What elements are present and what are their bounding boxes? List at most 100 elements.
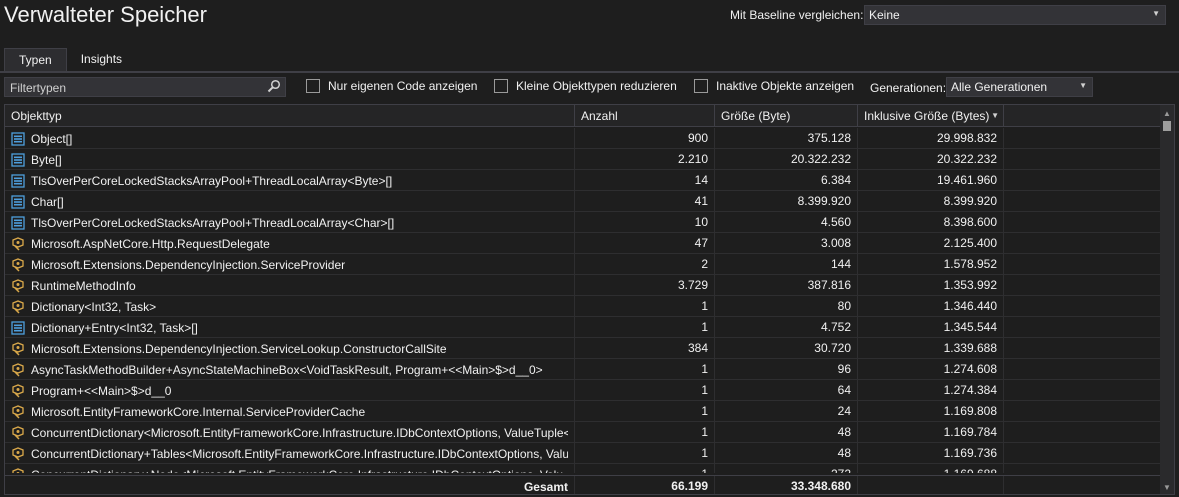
generations-label: Generationen: bbox=[870, 81, 947, 95]
cell-groesse: 30.720 bbox=[715, 338, 858, 359]
inactive-objects-checkbox-box[interactable] bbox=[694, 79, 708, 93]
grid-rows: Object[] 900 375.128 29.998.832 Byte[] 2.210 2… bbox=[5, 128, 1161, 473]
small-types-checkbox[interactable]: Kleine Objekttypen reduzieren bbox=[494, 79, 677, 93]
cell-objekttyp: TlsOverPerCoreLockedStacksArrayPool+Thre… bbox=[5, 212, 575, 233]
column-header-objekttyp[interactable]: Objekttyp bbox=[5, 105, 575, 127]
table-row[interactable]: Microsoft.Extensions.DependencyInjection… bbox=[5, 338, 1161, 359]
scroll-up-icon[interactable]: ▲ bbox=[1163, 109, 1171, 118]
array-type-icon bbox=[11, 173, 25, 188]
cell-anzahl: 14 bbox=[575, 170, 715, 191]
array-type-icon bbox=[11, 320, 25, 335]
table-row[interactable]: Microsoft.EntityFrameworkCore.Internal.S… bbox=[5, 401, 1161, 422]
cell-anzahl: 3.729 bbox=[575, 275, 715, 296]
cell-groesse: 6.384 bbox=[715, 170, 858, 191]
array-type-icon bbox=[11, 215, 25, 230]
cell-anzahl: 2.210 bbox=[575, 149, 715, 170]
small-types-checkbox-label: Kleine Objekttypen reduzieren bbox=[516, 79, 677, 93]
cell-objekttyp: ConcurrentDictionary<Microsoft.EntityFra… bbox=[5, 422, 575, 443]
column-header-inklusive-groesse-label: Inklusive Größe (Bytes) bbox=[864, 109, 990, 123]
sort-descending-icon: ▼ bbox=[991, 111, 999, 120]
table-row[interactable]: Object[] 900 375.128 29.998.832 bbox=[5, 128, 1161, 149]
table-row[interactable]: Byte[] 2.210 20.322.232 20.322.232 bbox=[5, 149, 1161, 170]
chevron-down-icon: ▼ bbox=[1152, 9, 1160, 18]
cell-groesse: 48 bbox=[715, 443, 858, 464]
table-row[interactable]: Microsoft.AspNetCore.Http.RequestDelegat… bbox=[5, 233, 1161, 254]
baseline-select-value: Keine bbox=[869, 8, 900, 22]
cell-groesse: 387.816 bbox=[715, 275, 858, 296]
baseline-label: Mit Baseline vergleichen: bbox=[730, 8, 864, 22]
table-row[interactable]: ConcurrentDictionary+Node<Microsoft.Enti… bbox=[5, 464, 1161, 473]
cell-inklusive-groesse: 1.169.688 bbox=[858, 464, 1004, 473]
tab-bar: Typen Insights bbox=[4, 48, 136, 71]
object-type-name: TlsOverPerCoreLockedStacksArrayPool+Thre… bbox=[31, 215, 395, 230]
table-row[interactable]: ConcurrentDictionary<Microsoft.EntityFra… bbox=[5, 422, 1161, 443]
grid-totals-row: Gesamt 66.199 33.348.680 bbox=[5, 475, 1161, 494]
cell-objekttyp: AsyncTaskMethodBuilder+AsyncStateMachine… bbox=[5, 359, 575, 380]
class-type-icon bbox=[11, 467, 25, 473]
inactive-objects-checkbox[interactable]: Inaktive Objekte anzeigen bbox=[694, 79, 854, 93]
baseline-select[interactable]: Keine ▼ bbox=[864, 5, 1166, 25]
class-type-icon bbox=[11, 404, 25, 419]
filter-types-placeholder: Filtertypen bbox=[10, 81, 67, 95]
cell-inklusive-groesse: 1.353.992 bbox=[858, 275, 1004, 296]
table-row[interactable]: TlsOverPerCoreLockedStacksArrayPool+Thre… bbox=[5, 170, 1161, 191]
table-row[interactable]: Char[] 41 8.399.920 8.399.920 bbox=[5, 191, 1161, 212]
class-type-icon bbox=[11, 299, 25, 314]
cell-groesse: 272 bbox=[715, 464, 858, 473]
object-type-name: Char[] bbox=[31, 194, 64, 209]
table-row[interactable]: TlsOverPerCoreLockedStacksArrayPool+Thre… bbox=[5, 212, 1161, 233]
object-type-name: Program+<<Main>$>d__0 bbox=[31, 383, 172, 398]
object-type-name: AsyncTaskMethodBuilder+AsyncStateMachine… bbox=[31, 362, 543, 377]
cell-groesse: 48 bbox=[715, 422, 858, 443]
cell-groesse: 24 bbox=[715, 401, 858, 422]
cell-groesse: 20.322.232 bbox=[715, 149, 858, 170]
object-types-grid: Objekttyp Anzahl Größe (Byte) Inklusive … bbox=[4, 104, 1175, 495]
own-code-checkbox-box[interactable] bbox=[306, 79, 320, 93]
cell-groesse: 144 bbox=[715, 254, 858, 275]
object-type-name: ConcurrentDictionary+Node<Microsoft.Enti… bbox=[31, 468, 563, 474]
totals-label: Gesamt bbox=[5, 476, 575, 494]
table-row[interactable]: RuntimeMethodInfo 3.729 387.816 1.353.992 bbox=[5, 275, 1161, 296]
cell-inklusive-groesse: 1.345.544 bbox=[858, 317, 1004, 338]
vertical-scrollbar[interactable]: ▲ ▼ bbox=[1160, 105, 1174, 494]
tab-typen[interactable]: Typen bbox=[4, 48, 67, 71]
small-types-checkbox-box[interactable] bbox=[494, 79, 508, 93]
generations-select-value: Alle Generationen bbox=[951, 80, 1048, 94]
column-header-inklusive-groesse[interactable]: Inklusive Größe (Bytes) ▼ bbox=[858, 105, 1004, 127]
table-row[interactable]: Dictionary<Int32, Task> 1 80 1.346.440 bbox=[5, 296, 1161, 317]
own-code-checkbox[interactable]: Nur eigenen Code anzeigen bbox=[306, 79, 477, 93]
cell-objekttyp: Microsoft.Extensions.DependencyInjection… bbox=[5, 338, 575, 359]
tab-insights[interactable]: Insights bbox=[67, 48, 136, 71]
table-row[interactable]: Dictionary+Entry<Int32, Task>[] 1 4.752 1.3… bbox=[5, 317, 1161, 338]
table-row[interactable]: Program+<<Main>$>d__0 1 64 1.274.384 bbox=[5, 380, 1161, 401]
cell-anzahl: 1 bbox=[575, 464, 715, 473]
cell-inklusive-groesse: 8.399.920 bbox=[858, 191, 1004, 212]
filter-types-input[interactable]: Filtertypen bbox=[4, 77, 286, 97]
table-row[interactable]: ConcurrentDictionary+Tables<Microsoft.En… bbox=[5, 443, 1161, 464]
cell-anzahl: 900 bbox=[575, 128, 715, 149]
class-type-icon bbox=[11, 278, 25, 293]
cell-anzahl: 1 bbox=[575, 359, 715, 380]
class-type-icon bbox=[11, 362, 25, 377]
cell-inklusive-groesse: 1.274.608 bbox=[858, 359, 1004, 380]
table-row[interactable]: Microsoft.Extensions.DependencyInjection… bbox=[5, 254, 1161, 275]
generations-select[interactable]: Alle Generationen ▼ bbox=[946, 77, 1093, 97]
column-header-anzahl[interactable]: Anzahl bbox=[575, 105, 715, 127]
array-type-icon bbox=[11, 194, 25, 209]
scrollbar-thumb[interactable] bbox=[1163, 121, 1171, 131]
class-type-icon bbox=[11, 383, 25, 398]
totals-size: 33.348.680 bbox=[715, 476, 858, 494]
cell-anzahl: 10 bbox=[575, 212, 715, 233]
totals-inclusive bbox=[858, 476, 1004, 494]
object-type-name: Microsoft.Extensions.DependencyInjection… bbox=[31, 257, 346, 272]
chevron-down-icon: ▼ bbox=[1079, 81, 1087, 90]
object-type-name: ConcurrentDictionary<Microsoft.EntityFra… bbox=[31, 425, 568, 440]
scroll-down-icon[interactable]: ▼ bbox=[1163, 483, 1171, 492]
object-type-name: Dictionary+Entry<Int32, Task>[] bbox=[31, 320, 198, 335]
cell-anzahl: 1 bbox=[575, 401, 715, 422]
cell-inklusive-groesse: 1.169.808 bbox=[858, 401, 1004, 422]
cell-objekttyp: Program+<<Main>$>d__0 bbox=[5, 380, 575, 401]
cell-anzahl: 1 bbox=[575, 380, 715, 401]
table-row[interactable]: AsyncTaskMethodBuilder+AsyncStateMachine… bbox=[5, 359, 1161, 380]
column-header-groesse[interactable]: Größe (Byte) bbox=[715, 105, 858, 127]
